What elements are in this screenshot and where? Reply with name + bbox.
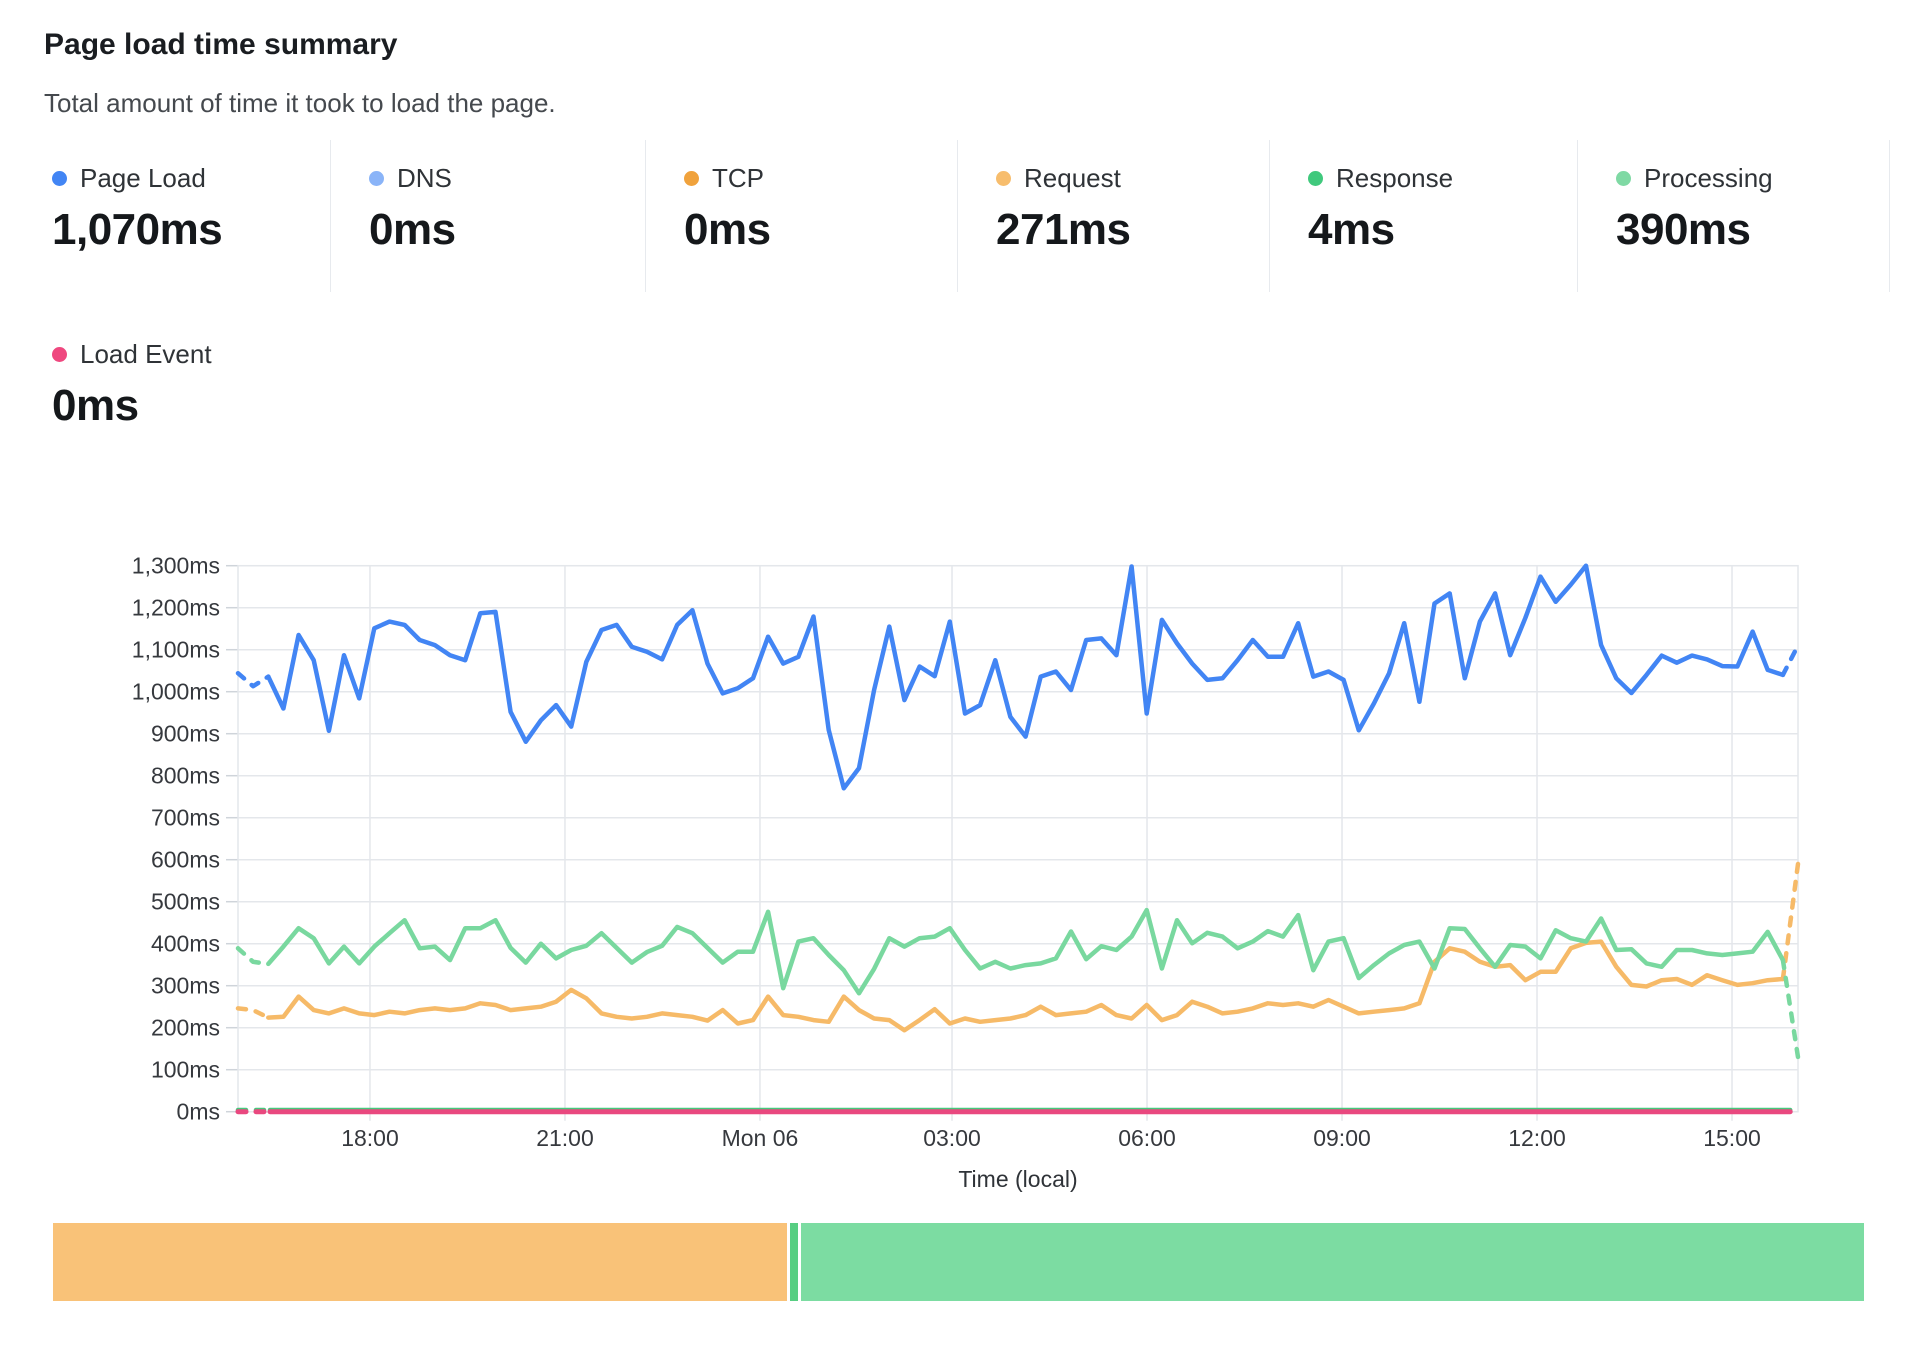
y-tick-label: 1,300ms xyxy=(132,553,220,579)
dns-legend-dot-icon xyxy=(369,171,384,186)
bar-segment-processing xyxy=(801,1223,1864,1301)
legend-item[interactable]: TCP xyxy=(684,164,957,192)
x-tick-label: 12:00 xyxy=(1508,1125,1566,1151)
series-page-load-dashed xyxy=(238,673,268,686)
stat-processing: Processing 390ms xyxy=(1578,140,1890,292)
x-tick-label: 06:00 xyxy=(1118,1125,1176,1151)
stat-value: 271ms xyxy=(996,206,1269,254)
stat-value: 1,070ms xyxy=(52,206,330,254)
y-tick-label: 700ms xyxy=(151,805,220,831)
series-processing-dashed xyxy=(238,948,268,964)
stat-label: Response xyxy=(1336,164,1453,192)
stat-tcp: TCP 0ms xyxy=(646,140,958,292)
legend-item[interactable]: Request xyxy=(996,164,1269,192)
y-tick-label: 1,200ms xyxy=(132,595,220,621)
stat-request: Request 271ms xyxy=(958,140,1270,292)
stat-label: Processing xyxy=(1644,164,1773,192)
x-tick-label: 03:00 xyxy=(923,1125,981,1151)
legend-item[interactable]: DNS xyxy=(369,164,645,192)
legend-item[interactable]: Response xyxy=(1308,164,1577,192)
legend-item[interactable]: Processing xyxy=(1616,164,1889,192)
x-axis-title: Time (local) xyxy=(958,1166,1077,1192)
response-legend-dot-icon xyxy=(1308,171,1323,186)
stat-value: 390ms xyxy=(1616,206,1889,254)
bar-segment-request xyxy=(53,1223,787,1301)
y-tick-label: 500ms xyxy=(151,889,220,915)
load-time-line-chart[interactable]: 0ms 100ms 200ms 300ms 400ms 500ms 600ms 700ms 80… xyxy=(0,430,1910,1220)
stat-response: Response 4ms xyxy=(1270,140,1578,292)
chart-svg[interactable]: 0ms 100ms 200ms 300ms 400ms 500ms 600ms 700ms 80… xyxy=(0,430,1910,1220)
stat-value: 0ms xyxy=(684,206,957,254)
series-page-load xyxy=(268,566,1783,789)
stat-value: 0ms xyxy=(52,382,331,430)
page-load-legend-dot-icon xyxy=(52,171,67,186)
stat-label: Page Load xyxy=(80,164,206,192)
stat-value: 0ms xyxy=(369,206,645,254)
tcp-legend-dot-icon xyxy=(684,171,699,186)
y-tick-label: 0ms xyxy=(177,1099,220,1125)
legend-item[interactable]: Page Load xyxy=(52,164,330,192)
request-legend-dot-icon xyxy=(996,171,1011,186)
y-tick-label: 900ms xyxy=(151,721,220,747)
x-tick-label: 15:00 xyxy=(1703,1125,1761,1151)
y-tick-label: 1,000ms xyxy=(132,679,220,705)
timing-breakdown-bar xyxy=(53,1223,1864,1301)
processing-legend-dot-icon xyxy=(1616,171,1631,186)
bar-segment-response xyxy=(790,1223,798,1301)
legend-item[interactable]: Load Event xyxy=(52,340,331,368)
plot-border xyxy=(238,566,1798,1112)
page-subtitle: Total amount of time it took to load the… xyxy=(44,88,556,119)
x-tick-label: Mon 06 xyxy=(722,1125,799,1151)
stat-label: Request xyxy=(1024,164,1121,192)
series-request-dashed xyxy=(238,1008,268,1017)
page-load-summary-panel: Page load time summary Total amount of t… xyxy=(0,0,1910,1352)
x-tick-label: 18:00 xyxy=(341,1125,399,1151)
x-tick-label: 21:00 xyxy=(536,1125,594,1151)
page-title: Page load time summary xyxy=(44,28,397,62)
y-tick-label: 200ms xyxy=(151,1015,220,1041)
series-processing xyxy=(268,910,1783,993)
x-tick-label: 09:00 xyxy=(1313,1125,1371,1151)
stat-page-load: Page Load 1,070ms xyxy=(44,140,331,292)
stat-label: TCP xyxy=(712,164,764,192)
metrics-legend-row: Page Load 1,070ms DNS 0ms TCP 0ms Reques… xyxy=(44,140,1890,292)
stat-dns: DNS 0ms xyxy=(331,140,646,292)
y-tick-label: 600ms xyxy=(151,847,220,873)
y-tick-label: 400ms xyxy=(151,931,220,957)
y-tick-label: 1,100ms xyxy=(132,637,220,663)
stat-label: Load Event xyxy=(80,340,212,368)
y-tick-label: 800ms xyxy=(151,763,220,789)
y-tick-label: 300ms xyxy=(151,973,220,999)
load-event-legend-dot-icon xyxy=(52,347,67,362)
stat-value: 4ms xyxy=(1308,206,1577,254)
stat-label: DNS xyxy=(397,164,452,192)
y-tick-label: 100ms xyxy=(151,1057,220,1083)
